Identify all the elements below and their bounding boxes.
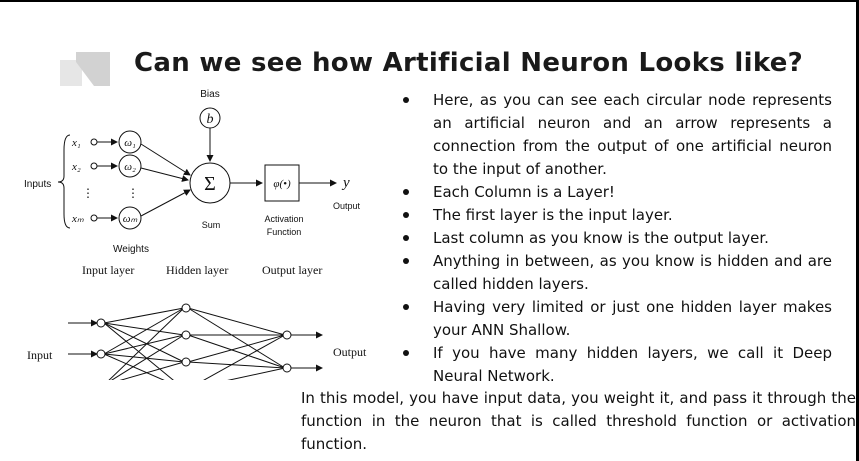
hidden-layer-node bbox=[181, 330, 191, 340]
layer-labels: Input layer Hidden layer Output layer In… bbox=[27, 263, 367, 362]
input-node-x1 bbox=[90, 138, 98, 146]
input-x1-label: x₁ bbox=[71, 137, 81, 149]
network-output-label: Output bbox=[333, 345, 367, 359]
output-layer-node bbox=[282, 363, 292, 373]
bullet-item: Here, as you can see each circular node … bbox=[400, 89, 832, 181]
output-symbol: y bbox=[341, 175, 350, 191]
network-nodes bbox=[96, 303, 292, 373]
bias-symbol: b bbox=[207, 112, 214, 127]
hidden-layer-node bbox=[181, 303, 191, 313]
input-layer-node bbox=[96, 349, 106, 359]
input-x2-label: x₂ bbox=[71, 161, 81, 173]
activation-label-line1: Activation bbox=[264, 214, 303, 224]
bullet-list: Here, as you can see each circular node … bbox=[400, 89, 832, 388]
bullet-item: If you have many hidden layers, we call … bbox=[400, 342, 832, 388]
artificial-neuron-labels: Bias b Inputs x₁ x₂ ⋮ xₘ ω₁ ω₂ ⋮ ωₘ Σ Su… bbox=[24, 89, 361, 255]
sum-label: Sum bbox=[202, 220, 221, 230]
activation-label-line2: Function bbox=[267, 227, 302, 237]
weight-wm-label: ωₘ bbox=[123, 213, 138, 225]
network-input-label: Input bbox=[27, 348, 53, 362]
hidden-output-connections bbox=[187, 307, 286, 380]
weight-vdots: ⋮ bbox=[127, 186, 139, 200]
hidden-layer-node bbox=[181, 357, 191, 367]
neuron-output-label: Output bbox=[333, 201, 361, 211]
output-layer-label: Output layer bbox=[262, 263, 322, 277]
bullet-item: The first layer is the input layer. bbox=[400, 204, 832, 227]
bias-label: Bias bbox=[200, 89, 219, 100]
summary-paragraph: In this model, you have input data, you … bbox=[301, 389, 856, 453]
input-layer-node bbox=[96, 318, 106, 328]
bullet-item: Having very limited or just one hidden l… bbox=[400, 296, 832, 342]
input-node-xm bbox=[90, 214, 98, 222]
slide-title: Can we see how Artificial Neuron Looks l… bbox=[134, 48, 804, 78]
input-layer-label: Input layer bbox=[82, 263, 134, 277]
bullet-item: Last column as you know is the output la… bbox=[400, 227, 832, 250]
inputs-brace bbox=[57, 134, 71, 229]
weight-w2-label: ω₂ bbox=[124, 161, 136, 173]
input-xm-label: xₘ bbox=[71, 213, 84, 225]
activation-symbol: φ(•) bbox=[273, 178, 291, 190]
input-vdots: ⋮ bbox=[82, 186, 94, 200]
sum-symbol: Σ bbox=[204, 173, 216, 195]
bullet-item: Each Column is a Layer! bbox=[400, 181, 832, 204]
bullet-item: Anything in between, as you know is hidd… bbox=[400, 250, 832, 296]
slide-top-border bbox=[0, 0, 859, 2]
weights-label: Weights bbox=[113, 244, 149, 255]
input-node-x2 bbox=[90, 162, 98, 170]
artificial-neuron-diagram bbox=[57, 107, 337, 230]
output-layer-node bbox=[282, 330, 292, 340]
hidden-layer-label: Hidden layer bbox=[166, 263, 228, 277]
neural-network-diagrams: Bias b Inputs x₁ x₂ ⋮ xₘ ω₁ ω₂ ⋮ ωₘ Σ Su… bbox=[24, 89, 367, 380]
weight-w1-label: ω₁ bbox=[124, 137, 136, 149]
input-hidden-connections bbox=[103, 307, 185, 380]
inputs-label: Inputs bbox=[24, 179, 51, 190]
